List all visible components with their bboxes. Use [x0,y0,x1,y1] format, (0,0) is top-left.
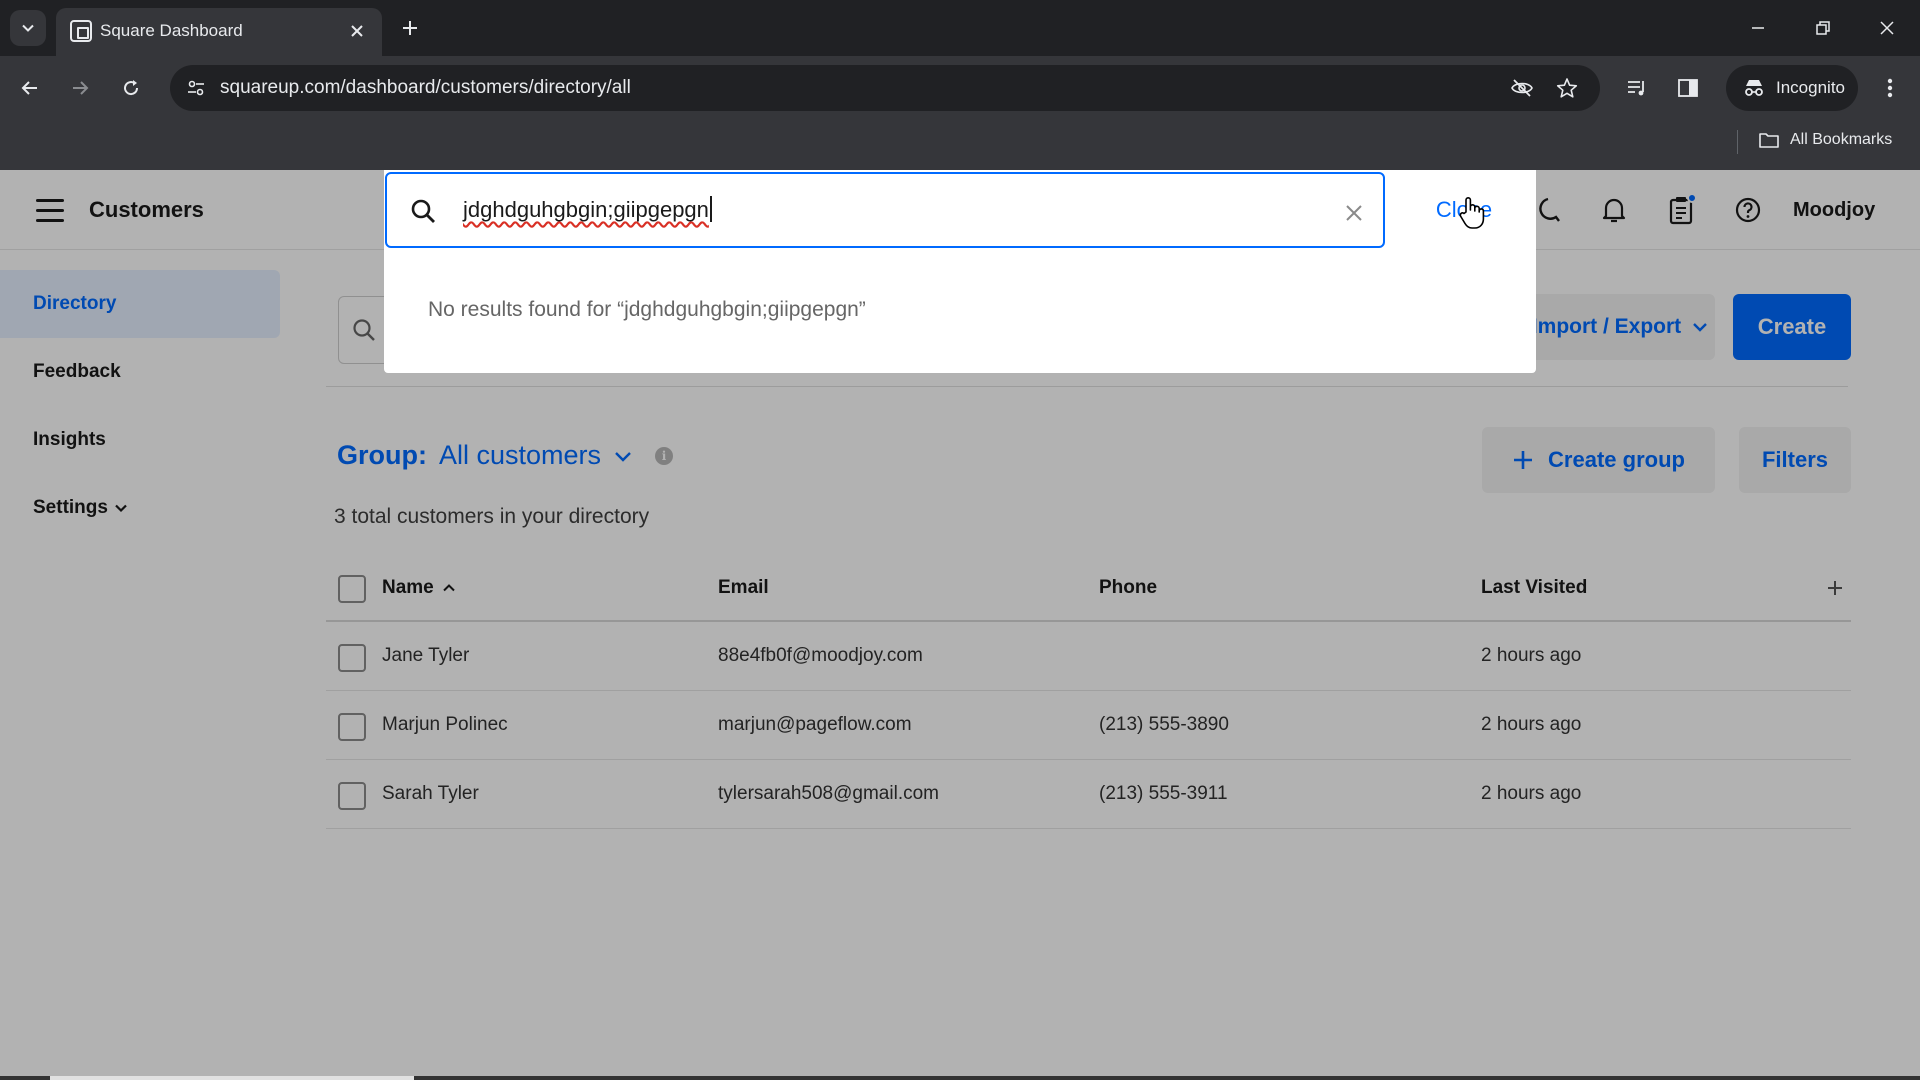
all-bookmarks-button[interactable]: All Bookmarks [1758,131,1892,149]
minimize-icon [1752,27,1764,29]
media-controls-button[interactable] [1619,70,1655,106]
playlist-icon [1628,81,1644,96]
square-dashboard-app: Customers Moodjoy Directory Feedback Ins… [0,170,1920,1080]
reload-button[interactable] [113,70,149,106]
browser-tab-strip: Square Dashboard [0,0,1920,56]
minimize-button[interactable] [1738,10,1778,46]
arrow-left-icon [21,81,37,95]
search-query-value: jdghdguhgbgin;giipgepgn [463,197,709,222]
incognito-label: Incognito [1776,78,1845,97]
eye-off-icon [1511,79,1533,97]
search-query-text: jdghdguhgbgin;giipgepgn [463,196,712,223]
plus-icon [403,21,417,35]
close-icon [1880,21,1894,35]
chevron-down-icon [22,24,34,32]
no-results-message: No results found for “jdghdguhgbgin;giip… [428,298,866,321]
folder-icon [1759,133,1779,148]
overlay-search-input[interactable]: jdghdguhgbgin;giipgepgn [385,172,1385,248]
bottom-edge-segment [50,1076,414,1080]
search-icon [411,199,435,223]
side-panel-button[interactable] [1670,70,1706,106]
square-favicon-icon [70,20,92,42]
more-vertical-icon [1887,78,1893,98]
browser-toolbar: squareup.com/dashboard/customers/directo… [0,56,1920,120]
bookmarks-bar: All Bookmarks [0,120,1920,170]
search-overlay: jdghdguhgbgin;giipgepgn Close No results… [384,170,1536,373]
back-button[interactable] [12,70,48,106]
side-panel-icon [1678,79,1698,97]
window-close-button[interactable] [1867,10,1907,46]
tab-title: Square Dashboard [100,21,243,40]
star-icon [1556,78,1578,98]
address-bar[interactable]: squareup.com/dashboard/customers/directo… [170,65,1600,111]
clear-search-button[interactable] [1340,199,1368,227]
site-info-button[interactable] [182,74,210,102]
text-caret [709,196,712,222]
forward-button[interactable] [62,70,98,106]
tab-close-button[interactable] [344,18,370,44]
bookmark-star-button[interactable] [1553,74,1581,102]
close-search-button[interactable]: Close [1404,172,1524,248]
close-icon [1346,205,1362,221]
new-tab-button[interactable] [394,12,426,44]
arrow-right-icon [73,81,89,95]
tune-icon [188,80,204,96]
restore-icon [1816,21,1830,35]
reload-icon [124,80,139,96]
tracking-protection-button[interactable] [1508,74,1536,102]
all-bookmarks-label: All Bookmarks [1790,131,1893,148]
restore-button[interactable] [1803,10,1843,46]
url-text[interactable]: squareup.com/dashboard/customers/directo… [220,77,631,99]
incognito-indicator[interactable]: Incognito [1726,65,1858,111]
close-icon [351,25,363,37]
tab-search-dropdown[interactable] [10,10,46,46]
browser-tab[interactable]: Square Dashboard [56,8,382,56]
incognito-icon [1745,80,1763,96]
browser-menu-button[interactable] [1872,70,1908,106]
bookmarks-divider [1737,130,1738,154]
